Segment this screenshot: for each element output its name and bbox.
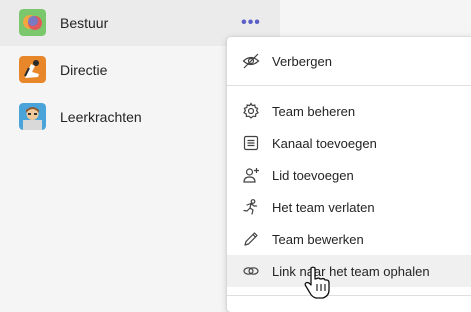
menu-item-label: Het team verlaten [272, 199, 375, 215]
menu-divider [227, 295, 471, 296]
more-options-button[interactable]: ••• [240, 13, 262, 33]
team-name: Directie [60, 62, 108, 78]
menu-item-team-bewerken[interactable]: Team bewerken [227, 223, 471, 255]
chat-bubbles-avatar-icon [19, 9, 46, 36]
link-icon [242, 262, 260, 280]
menu-item-label: Lid toevoegen [272, 167, 354, 183]
gear-icon [242, 102, 260, 120]
menu-item-lid-toevoegen[interactable]: Lid toevoegen [227, 159, 471, 191]
menu-divider [227, 85, 471, 86]
team-context-menu: Verbergen Team beheren Kanaal toevoegen [227, 37, 471, 312]
menu-item-team-beheren[interactable]: Team beheren [227, 95, 471, 127]
running-person-icon [242, 198, 260, 216]
person-add-icon [242, 166, 260, 184]
diver-avatar-icon [19, 56, 46, 83]
menu-item-link-ophalen[interactable]: Link naar het team ophalen [227, 255, 471, 287]
team-name: Bestuur [60, 15, 109, 31]
team-name: Leerkrachten [60, 109, 142, 125]
pencil-icon [242, 230, 260, 248]
menu-item-label: Verbergen [272, 53, 332, 69]
hand-pointer-cursor-icon [302, 266, 332, 300]
eye-off-icon [242, 52, 260, 70]
menu-item-kanaal-toevoegen[interactable]: Kanaal toevoegen [227, 127, 471, 159]
teacher-avatar-icon [19, 103, 46, 130]
menu-item-label: Team beheren [272, 103, 356, 119]
channel-add-icon [242, 134, 260, 152]
menu-item-het-team-verlaten[interactable]: Het team verlaten [227, 191, 471, 223]
menu-item-verbergen[interactable]: Verbergen [227, 45, 471, 77]
menu-item-label: Kanaal toevoegen [272, 135, 377, 151]
menu-item-label: Link naar het team ophalen [272, 263, 430, 279]
menu-item-label: Team bewerken [272, 231, 364, 247]
